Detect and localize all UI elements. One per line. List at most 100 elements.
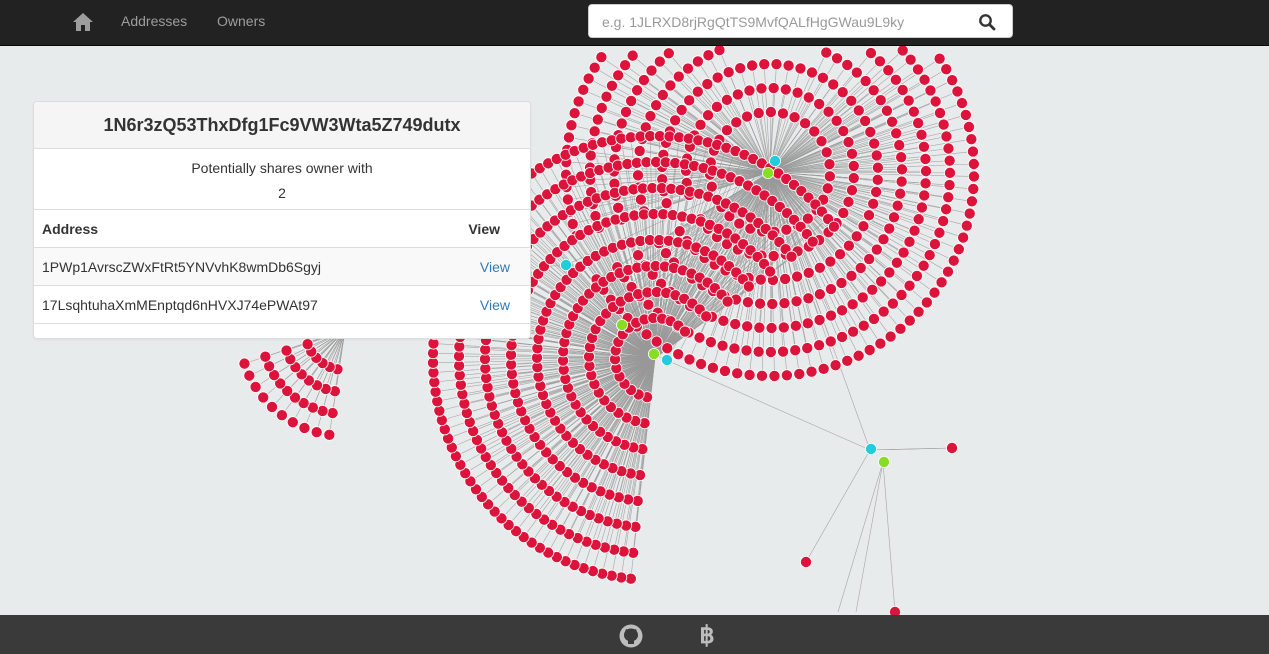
address-node[interactable] — [716, 339, 729, 352]
address-node[interactable] — [874, 337, 887, 350]
address-node[interactable] — [720, 93, 733, 106]
address-node[interactable] — [802, 292, 815, 305]
address-node[interactable] — [867, 84, 880, 97]
address-node[interactable] — [710, 100, 723, 113]
address-node[interactable] — [859, 114, 872, 127]
address-node[interactable] — [764, 106, 777, 119]
address-node[interactable] — [777, 321, 790, 334]
address-node[interactable] — [808, 125, 821, 138]
address-node[interactable] — [679, 325, 692, 338]
address-node[interactable] — [640, 328, 653, 341]
address-node[interactable] — [789, 319, 802, 332]
address-node[interactable] — [902, 94, 915, 107]
address-node[interactable] — [940, 63, 953, 76]
address-node[interactable] — [741, 320, 754, 333]
address-node[interactable] — [625, 94, 638, 107]
address-node[interactable] — [695, 357, 708, 370]
address-node[interactable] — [919, 165, 932, 178]
address-node[interactable] — [889, 606, 901, 615]
address-node[interactable] — [731, 367, 744, 380]
address-node[interactable] — [589, 210, 602, 223]
address-node[interactable] — [929, 95, 942, 108]
address-node[interactable] — [824, 335, 837, 348]
address-node[interactable] — [911, 63, 924, 76]
address-node[interactable] — [967, 157, 980, 170]
address-node[interactable] — [824, 283, 837, 296]
address-node[interactable] — [917, 259, 930, 272]
address-node[interactable] — [917, 140, 930, 153]
address-node[interactable] — [815, 135, 828, 148]
address-node[interactable] — [941, 265, 954, 278]
address-node[interactable] — [620, 105, 633, 118]
hub-node[interactable] — [762, 166, 775, 179]
address-node[interactable] — [741, 110, 754, 123]
address-node[interactable] — [854, 261, 867, 274]
address-node[interactable] — [835, 276, 848, 289]
address-node[interactable] — [612, 69, 625, 82]
address-node[interactable] — [257, 391, 270, 404]
address-node[interactable] — [943, 179, 956, 192]
address-node[interactable] — [845, 94, 858, 107]
address-node[interactable] — [806, 235, 819, 248]
address-node[interactable] — [846, 298, 859, 311]
address-node[interactable] — [650, 335, 663, 348]
address-node[interactable] — [767, 82, 780, 95]
address-node[interactable] — [776, 107, 789, 120]
address-node[interactable] — [942, 142, 955, 155]
address-node[interactable] — [831, 52, 844, 65]
address-node[interactable] — [568, 107, 581, 120]
address-node[interactable] — [733, 217, 746, 230]
address-node[interactable] — [740, 344, 753, 357]
address-node[interactable] — [837, 125, 850, 138]
address-node[interactable] — [788, 111, 801, 124]
address-node[interactable] — [967, 182, 980, 195]
address-node[interactable] — [836, 330, 849, 343]
address-node[interactable] — [847, 325, 860, 338]
address-node[interactable] — [847, 159, 860, 172]
address-node[interactable] — [928, 238, 941, 251]
address-node[interactable] — [871, 173, 884, 186]
address-node[interactable] — [862, 209, 875, 222]
address-node[interactable] — [868, 137, 881, 150]
address-node[interactable] — [683, 353, 696, 366]
address-node[interactable] — [634, 193, 647, 206]
search-input[interactable] — [600, 13, 964, 31]
address-node[interactable] — [243, 369, 256, 382]
address-node[interactable] — [644, 110, 657, 123]
address-node[interactable] — [673, 225, 686, 238]
address-node[interactable] — [693, 331, 706, 344]
address-node[interactable] — [793, 367, 806, 380]
nav-link-owners[interactable]: Owners — [217, 13, 265, 29]
address-node[interactable] — [870, 185, 883, 198]
address-node[interactable] — [700, 310, 713, 323]
hub-node[interactable] — [769, 154, 782, 167]
address-node[interactable] — [631, 84, 644, 97]
address-node[interactable] — [770, 58, 783, 71]
address-node[interactable] — [672, 348, 685, 361]
address-node[interactable] — [753, 321, 766, 334]
address-node[interactable] — [817, 362, 830, 375]
address-node[interactable] — [874, 94, 887, 107]
address-node[interactable] — [286, 416, 299, 429]
address-node[interactable] — [821, 182, 834, 195]
address-node[interactable] — [920, 296, 933, 309]
address-node[interactable] — [721, 295, 734, 308]
search-icon[interactable] — [978, 13, 996, 31]
address-node[interactable] — [711, 71, 724, 84]
address-node[interactable] — [943, 154, 956, 167]
address-node[interactable] — [910, 269, 923, 282]
address-node[interactable] — [789, 344, 802, 357]
address-node[interactable] — [830, 114, 843, 127]
address-node[interactable] — [280, 344, 293, 357]
address-node[interactable] — [298, 421, 311, 434]
address-node[interactable] — [937, 215, 950, 228]
address-node[interactable] — [896, 83, 909, 96]
address-node[interactable] — [886, 297, 899, 310]
address-node[interactable] — [822, 105, 835, 118]
address-node[interactable] — [782, 59, 795, 72]
address-node[interactable] — [845, 269, 858, 282]
address-node[interactable] — [828, 220, 841, 233]
address-node[interactable] — [791, 86, 804, 99]
address-node[interactable] — [794, 62, 807, 75]
address-node[interactable] — [837, 206, 850, 219]
